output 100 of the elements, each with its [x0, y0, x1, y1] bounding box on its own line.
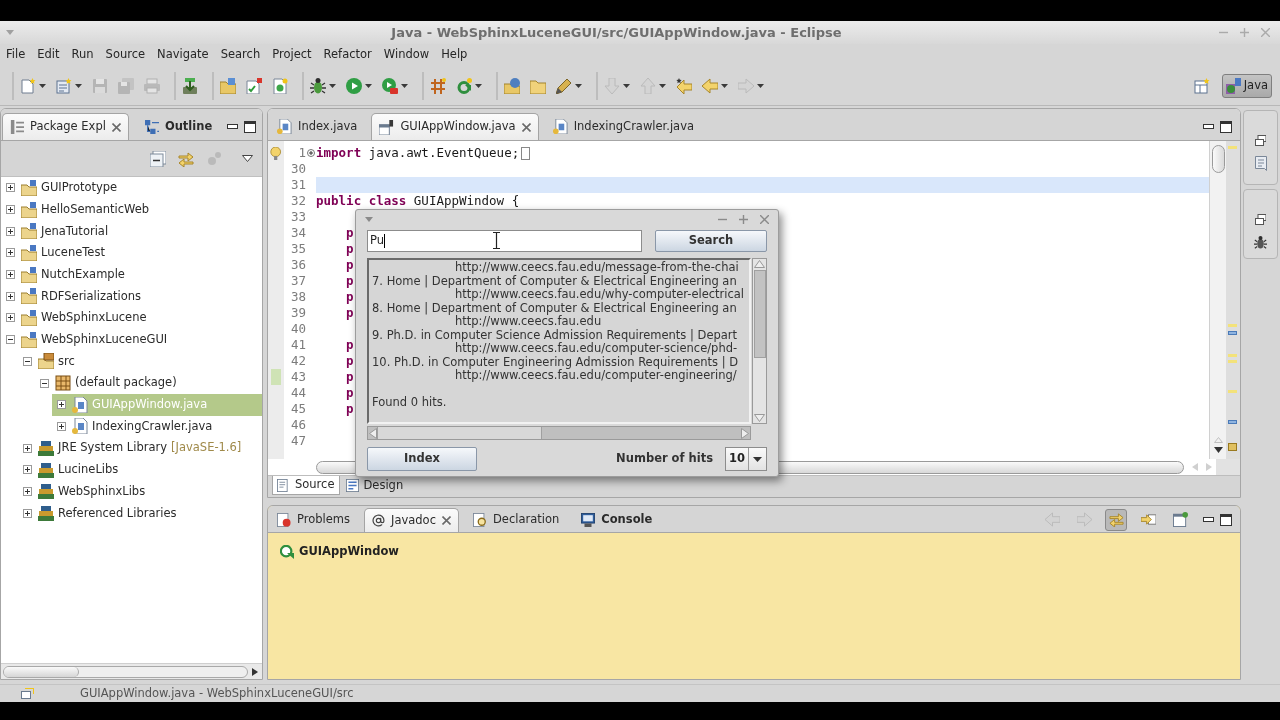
warning-marker-icon[interactable] — [1228, 354, 1237, 357]
maximize-icon[interactable] — [244, 120, 256, 133]
collapse-icon[interactable] — [23, 356, 32, 366]
annotation-marker-icon[interactable] — [1228, 443, 1237, 451]
menu-item[interactable]: Run — [65, 46, 100, 64]
view-menu-icon[interactable] — [242, 155, 253, 162]
tree-item[interactable]: Referenced Libraries — [18, 502, 262, 524]
expand-icon[interactable] — [6, 205, 15, 215]
expand-icon[interactable] — [23, 443, 32, 453]
bug-icon[interactable] — [1254, 235, 1267, 250]
code-line: p — [345, 384, 354, 402]
scrollbar-thumb[interactable] — [1211, 145, 1225, 173]
tree-item[interactable]: HelloSemanticWeb — [1, 198, 262, 221]
tree-item[interactable]: IndexingCrawler.java — [52, 415, 262, 438]
tree-item[interactable]: src — [18, 350, 262, 373]
tree-item[interactable]: WebSphinxLuceneGUI — [1, 328, 262, 351]
warning-marker-icon[interactable] — [1228, 324, 1237, 327]
scroll-right-icon[interactable] — [252, 667, 258, 676]
tree-item[interactable]: LuceneTest — [1, 242, 262, 264]
scrollbar-thumb[interactable] — [377, 427, 542, 439]
expand-icon[interactable] — [57, 400, 66, 410]
perspective-button[interactable]: Java — [1221, 73, 1272, 98]
tab[interactable]: Outline — [136, 113, 221, 140]
tab[interactable]: GUIAppWindow.java — [371, 113, 539, 140]
tab[interactable]: Declaration — [464, 508, 568, 532]
tree-item[interactable]: JRE System Library [JavaSE-1.6] — [18, 437, 262, 459]
warning-marker-icon[interactable] — [1228, 360, 1237, 363]
info-marker-icon[interactable] — [1228, 331, 1237, 335]
expand-icon[interactable] — [6, 226, 15, 236]
menu-item[interactable]: Project — [266, 46, 318, 64]
tab[interactable]: Index.java — [269, 113, 366, 140]
tree-item[interactable]: WebSphinxLucene — [1, 307, 262, 329]
hits-dropdown[interactable]: 10 — [725, 447, 767, 471]
tree-item[interactable]: WebSphinxLibs — [18, 480, 262, 503]
expand-icon[interactable] — [6, 248, 15, 258]
index-button[interactable]: Index — [367, 447, 477, 471]
code-line: public class GUIAppWindow { — [316, 191, 520, 210]
menu-item[interactable]: File — [0, 46, 32, 64]
tree-item[interactable]: (default package) — [35, 372, 262, 394]
view-tab[interactable]: Source — [272, 476, 340, 495]
search-field[interactable]: Pu — [367, 230, 642, 252]
tree-item[interactable]: RDFSerializations — [1, 285, 262, 308]
expand-icon[interactable] — [6, 313, 15, 323]
tree-item[interactable]: JenaTutorial — [1, 220, 262, 243]
view-tab[interactable]: Design — [341, 476, 408, 495]
close-icon[interactable] — [521, 122, 531, 132]
maximize-icon[interactable] — [1220, 513, 1232, 526]
close-icon[interactable] — [760, 214, 769, 224]
expand-icon[interactable] — [23, 465, 32, 475]
tab[interactable]: Problems — [269, 508, 358, 532]
tree-item[interactable]: NutchExample — [1, 263, 262, 286]
info-marker-icon[interactable] — [1228, 420, 1237, 424]
horizontal-scrollbar[interactable] — [367, 426, 751, 440]
restore-icon[interactable] — [1255, 214, 1266, 225]
tab[interactable]: IndexingCrawler.java — [544, 113, 702, 140]
warning-marker-icon[interactable] — [1228, 146, 1237, 149]
expand-icon[interactable] — [6, 291, 15, 301]
search-button[interactable]: Search — [655, 230, 767, 252]
menu-item[interactable]: Source — [99, 46, 152, 64]
link-arrows-icon[interactable] — [178, 150, 194, 167]
tab[interactable]: Javadoc — [364, 508, 459, 532]
menu-item[interactable]: Help — [435, 46, 474, 64]
minimize-icon[interactable] — [1203, 517, 1214, 522]
minimize-icon[interactable] — [227, 124, 238, 129]
tab[interactable]: Console — [573, 508, 661, 532]
expand-icon[interactable] — [23, 486, 32, 496]
expand-fold-icon[interactable] — [307, 149, 315, 157]
menu-item[interactable]: Window — [377, 46, 436, 64]
collapse-all-icon[interactable] — [150, 150, 166, 167]
restore-icon[interactable] — [1255, 135, 1266, 146]
scrollbar-thumb[interactable] — [4, 666, 79, 677]
package-icon — [55, 375, 71, 392]
warning-marker-icon[interactable] — [1228, 390, 1237, 393]
collapse-icon[interactable] — [40, 378, 49, 388]
open-perspective-icon[interactable] — [1193, 77, 1210, 94]
vertical-scrollbar[interactable] — [1209, 141, 1226, 459]
scroll-down-icon[interactable] — [1213, 447, 1223, 453]
minimize-icon[interactable] — [1203, 124, 1214, 129]
scrollbar-thumb[interactable] — [753, 270, 766, 358]
menu-item[interactable]: Refactor — [317, 46, 378, 64]
expand-icon[interactable] — [57, 421, 66, 431]
document-icon[interactable] — [1254, 156, 1267, 171]
menu-item[interactable]: Search — [214, 46, 267, 64]
expand-icon[interactable] — [6, 183, 15, 193]
menu-item[interactable]: Edit — [31, 46, 66, 64]
window-menu-icon[interactable] — [365, 216, 373, 222]
collapse-icon[interactable] — [6, 335, 15, 345]
tab[interactable]: Package Expl — [2, 113, 129, 140]
horizontal-scrollbar[interactable] — [3, 665, 248, 678]
tree-item[interactable]: GUIPrototype — [1, 177, 262, 199]
vertical-scrollbar[interactable] — [752, 258, 767, 424]
close-icon[interactable] — [111, 122, 121, 132]
expand-icon[interactable] — [23, 508, 32, 518]
window-menu-icon[interactable] — [6, 30, 14, 35]
menu-item[interactable]: Navigate — [151, 46, 215, 64]
expand-icon[interactable] — [6, 270, 15, 280]
scroll-up-icon[interactable] — [754, 260, 765, 268]
maximize-icon[interactable] — [1220, 120, 1232, 133]
close-icon[interactable] — [441, 516, 451, 525]
tree-item[interactable]: LucineLibs — [18, 458, 262, 481]
